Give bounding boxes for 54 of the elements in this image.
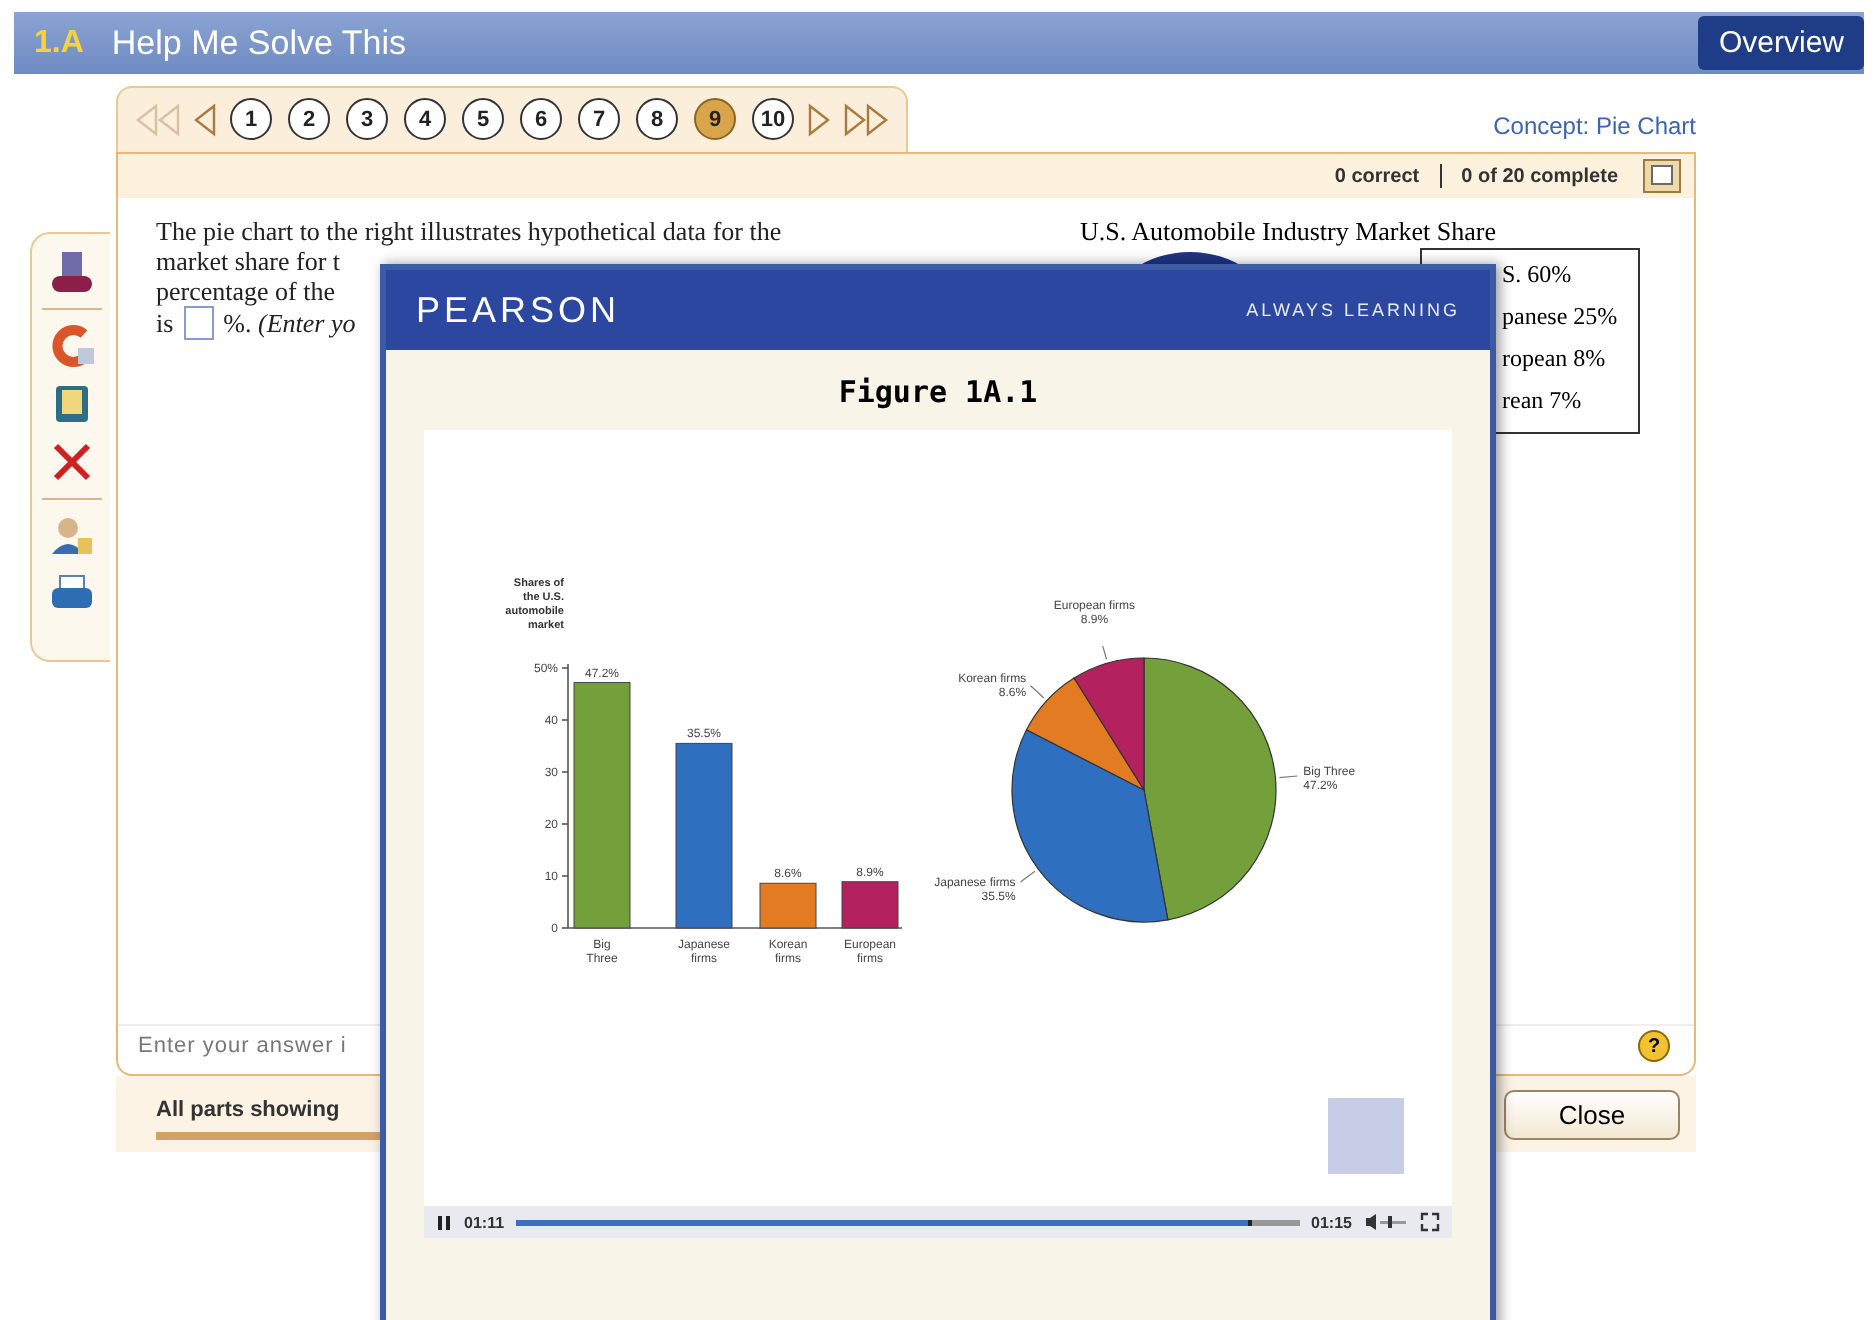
next-question-icon[interactable] <box>806 101 834 137</box>
legend-item: rean 7% <box>1502 384 1584 418</box>
pause-icon[interactable] <box>436 1213 452 1231</box>
magnet-icon[interactable] <box>49 324 93 368</box>
legend-item: panese 25% <box>1502 300 1620 334</box>
expand-icon[interactable] <box>1642 158 1682 194</box>
answer-instruction: Enter your answer i <box>138 1034 347 1058</box>
question-number-button[interactable]: 9 <box>694 98 736 140</box>
completion-count: 0 of 20 complete <box>1461 165 1618 187</box>
cross-icon[interactable] <box>49 440 93 484</box>
book-icon[interactable] <box>51 382 91 426</box>
legend-item: S. 60% <box>1502 258 1574 292</box>
section-number: 1.A <box>34 25 84 61</box>
question-number-button[interactable]: 6 <box>520 98 562 140</box>
question-number-button[interactable]: 10 <box>752 98 794 140</box>
figure-title: Figure 1A.1 <box>836 372 1040 414</box>
overview-button[interactable]: Overview <box>1698 16 1864 70</box>
answer-field[interactable] <box>183 306 214 340</box>
legend-item: ropean 8% <box>1502 342 1608 376</box>
numbered-pages-icon[interactable] <box>47 250 95 294</box>
question-text: is <box>156 308 174 338</box>
brand-tagline: ALWAYS LEARNING <box>1246 300 1460 320</box>
person-icon[interactable] <box>49 514 93 558</box>
question-number-button[interactable]: 2 <box>288 98 330 140</box>
logo-placeholder <box>1328 1098 1404 1174</box>
chart-title: U.S. Automobile Industry Market Share <box>1080 216 1498 248</box>
correct-count: 0 correct <box>1334 165 1420 187</box>
question-text: market share for t <box>156 246 343 276</box>
leader-line <box>1019 870 1036 883</box>
previous-question-icon[interactable] <box>190 101 218 137</box>
total-time: 01:15 <box>1311 1213 1352 1231</box>
question-number-button[interactable]: 1 <box>230 98 272 140</box>
close-button[interactable]: Close <box>1504 1089 1680 1139</box>
question-text: percentage of the <box>156 276 338 306</box>
help-button[interactable]: ? <box>1638 1030 1670 1062</box>
brand-logo: PEARSON <box>416 289 621 331</box>
leader-line <box>1278 775 1298 779</box>
elapsed-time: 01:11 <box>464 1213 505 1231</box>
question-number-button[interactable]: 3 <box>346 98 388 140</box>
question-text: The pie chart to the right illustrates hypothetical data for the <box>156 216 784 246</box>
printer-icon[interactable] <box>49 572 93 612</box>
volume-icon[interactable] <box>1364 1212 1408 1232</box>
last-question-icon[interactable] <box>842 101 890 137</box>
question-number-button[interactable]: 5 <box>462 98 504 140</box>
leader-line <box>1030 685 1045 699</box>
concept-link[interactable]: Concept: Pie Chart <box>1493 112 1696 140</box>
question-number-button[interactable]: 8 <box>636 98 678 140</box>
page-title: Help Me Solve This <box>111 23 408 63</box>
question-number-button[interactable]: 7 <box>578 98 620 140</box>
parts-status: All parts showing <box>156 1097 340 1121</box>
question-number-button[interactable]: 4 <box>404 98 446 140</box>
fullscreen-icon[interactable] <box>1420 1212 1440 1232</box>
leader-line <box>1102 645 1108 660</box>
question-text: %. (Enter yo <box>223 308 356 338</box>
